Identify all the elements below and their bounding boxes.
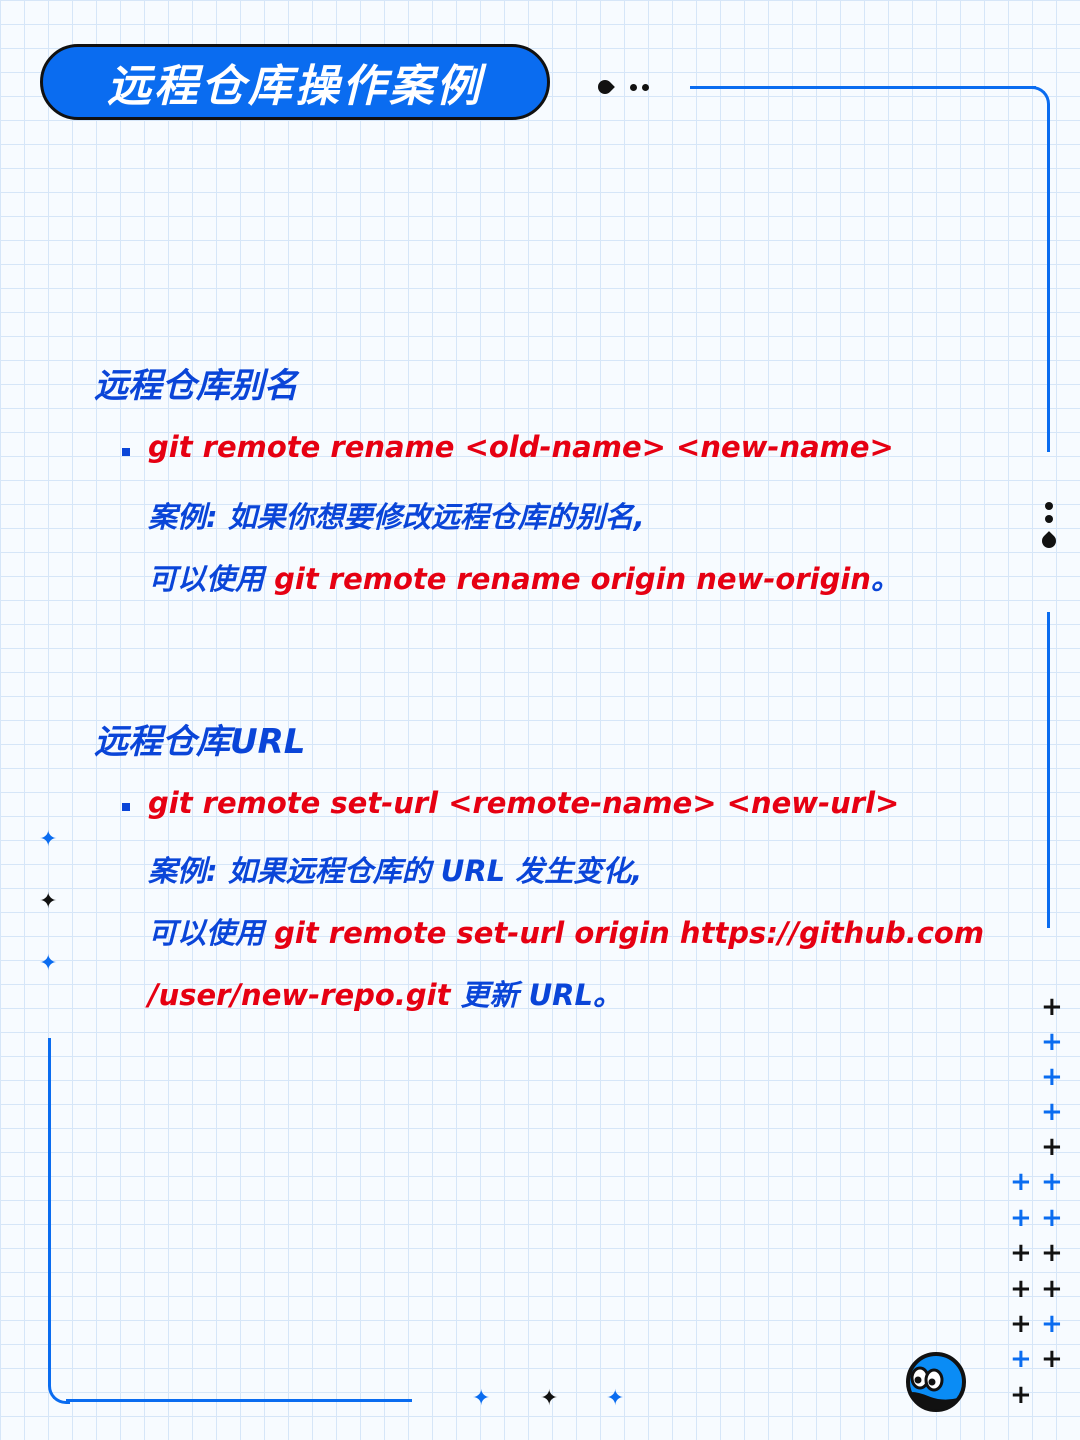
plus-icon: + xyxy=(1041,1027,1063,1057)
command-set-url: git remote set-url <remote-name> <new-ur… xyxy=(148,786,900,820)
sparkle-icon: ✦ xyxy=(540,1386,559,1411)
sparkle-icon: ✦ xyxy=(39,889,58,914)
example-code: git remote set-url origin https://github… xyxy=(274,916,985,950)
plus-icon: + xyxy=(1010,1309,1032,1339)
example-usage-url: 可以使用 git remote set-url origin https://g… xyxy=(148,910,984,952)
dot-icon xyxy=(642,84,649,91)
sparkle-icon: ✦ xyxy=(472,1386,491,1411)
example-prefix: 可以使用 xyxy=(148,916,275,950)
page-title: 远程仓库操作案例 xyxy=(107,61,483,112)
plus-icon: + xyxy=(1041,1238,1063,1268)
plus-icon: + xyxy=(1010,1344,1032,1374)
frame-right-line-lower xyxy=(1047,612,1050,928)
mascot-icon xyxy=(906,1352,966,1412)
drop-icon xyxy=(1039,531,1059,551)
dot-icon xyxy=(1045,515,1053,523)
frame-right-line-upper xyxy=(1047,104,1050,452)
plus-icon: + xyxy=(1041,1097,1063,1127)
plus-icon: + xyxy=(1041,1309,1063,1339)
bullet-icon xyxy=(122,803,130,811)
bullet-icon xyxy=(122,448,130,456)
example-usage-url-cont: /user/new-repo.git 更新 URL。 xyxy=(148,972,622,1014)
title-banner: 远程仓库操作案例 xyxy=(40,44,550,120)
example-text-alias: 案例: 如果你想要修改远程仓库的别名, xyxy=(148,500,645,534)
plus-icon: + xyxy=(1010,1380,1032,1410)
sparkle-icon: ✦ xyxy=(39,951,58,976)
example-code: git remote rename origin new-origin xyxy=(274,562,871,596)
frame-left-line xyxy=(48,1038,51,1384)
drop-icon xyxy=(595,77,615,97)
sparkle-icon: ✦ xyxy=(39,827,58,852)
dot-icon xyxy=(630,84,637,91)
plus-icon: + xyxy=(1041,1344,1063,1374)
example-code-cont: /user/new-repo.git xyxy=(148,978,451,1012)
plus-icon: + xyxy=(1041,1274,1063,1304)
plus-icon: + xyxy=(1041,992,1063,1022)
sparkle-icon: ✦ xyxy=(606,1386,625,1411)
example-suffix: 。 xyxy=(870,562,900,596)
example-prefix: 可以使用 xyxy=(148,562,275,596)
frame-top-corner xyxy=(1030,86,1050,106)
plus-icon: + xyxy=(1010,1203,1032,1233)
frame-bottom-line xyxy=(66,1399,412,1402)
section-heading-url: 远程仓库URL xyxy=(94,722,306,762)
example-suffix: 更新 URL。 xyxy=(450,978,622,1012)
plus-icon: + xyxy=(1041,1203,1063,1233)
plus-icon: + xyxy=(1010,1238,1032,1268)
plus-icon: + xyxy=(1041,1167,1063,1197)
example-text-url: 案例: 如果远程仓库的 URL 发生变化, xyxy=(148,854,643,888)
command-rename: git remote rename <old-name> <new-name> xyxy=(148,430,894,464)
example-usage-alias: 可以使用 git remote rename origin new-origin… xyxy=(148,556,900,598)
plus-icon: + xyxy=(1010,1167,1032,1197)
section-heading-alias: 远程仓库别名 xyxy=(94,366,298,406)
plus-icon: + xyxy=(1010,1274,1032,1304)
plus-icon: + xyxy=(1041,1062,1063,1092)
frame-top-line xyxy=(690,86,1036,89)
dot-icon xyxy=(1045,502,1053,510)
plus-icon: + xyxy=(1041,1132,1063,1162)
